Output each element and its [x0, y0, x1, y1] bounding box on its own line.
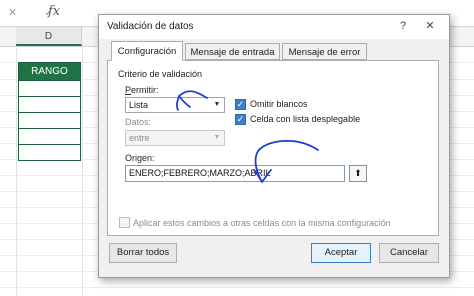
- ok-button[interactable]: Aceptar: [311, 243, 371, 263]
- column-header-c[interactable]: [0, 27, 17, 46]
- allow-label-text: ermitir:: [131, 85, 159, 95]
- fx-icon[interactable]: fx: [48, 4, 60, 19]
- grid-line: [16, 46, 17, 296]
- rango-table: RANGO: [18, 62, 81, 161]
- rango-cell[interactable]: [18, 129, 81, 145]
- collapse-dialog-icon[interactable]: ⬆: [349, 165, 367, 182]
- chevron-down-icon: ▼: [213, 134, 221, 141]
- apply-all-label: Aplicar estos cambios a otras celdas con…: [133, 218, 391, 228]
- grid-line: [82, 46, 83, 296]
- tab-configuracion[interactable]: Configuración: [111, 41, 183, 61]
- dialog-title: Validación de datos: [107, 21, 194, 32]
- close-icon[interactable]: ✕: [421, 18, 439, 34]
- column-header-d[interactable]: D: [16, 27, 82, 46]
- apply-all-checkbox[interactable]: [119, 217, 130, 228]
- data-select[interactable]: entre ▼: [125, 130, 225, 146]
- tab-mensaje-de-entrada[interactable]: Mensaje de entrada: [185, 43, 280, 60]
- rango-cell[interactable]: [18, 81, 81, 97]
- chevron-down-icon: ▼: [213, 101, 221, 108]
- help-icon[interactable]: ?: [394, 18, 412, 34]
- data-select-value: entre: [129, 133, 150, 143]
- ignore-blank-checkbox[interactable]: ✓: [235, 99, 246, 110]
- rango-cell[interactable]: [18, 113, 81, 129]
- clear-all-button[interactable]: Borrar todos: [109, 243, 177, 263]
- source-input[interactable]: ENERO;FEBRERO;MARZO;ABRIL: [125, 165, 345, 182]
- in-cell-dropdown-checkbox[interactable]: ✓: [235, 114, 246, 125]
- tab-mensaje-de-error[interactable]: Mensaje de error: [282, 43, 367, 60]
- allow-select[interactable]: Lista ▼: [125, 97, 225, 113]
- ignore-blank-label: Omitir blancos: [250, 99, 308, 109]
- rango-header-cell[interactable]: RANGO: [18, 62, 81, 81]
- dialog-titlebar[interactable]: Validación de datos ? ✕: [99, 15, 449, 39]
- criteria-group-title: Criterio de validación: [118, 69, 203, 79]
- allow-label: Permitir:: [125, 85, 159, 95]
- cancel-button[interactable]: Cancelar: [379, 243, 439, 263]
- allow-select-value: Lista: [129, 100, 149, 110]
- in-cell-dropdown-label: Celda con lista desplegable: [250, 114, 361, 124]
- rango-cell[interactable]: [18, 145, 81, 161]
- rango-cell[interactable]: [18, 97, 81, 113]
- grid-line: [0, 287, 474, 288]
- configuracion-panel: Criterio de validación Permitir: Lista ▼…: [107, 60, 439, 236]
- source-label: Origen:: [125, 153, 155, 163]
- data-label: Datos:: [125, 117, 152, 127]
- data-validation-dialog: Validación de datos ? ✕ Configuración Me…: [98, 14, 450, 278]
